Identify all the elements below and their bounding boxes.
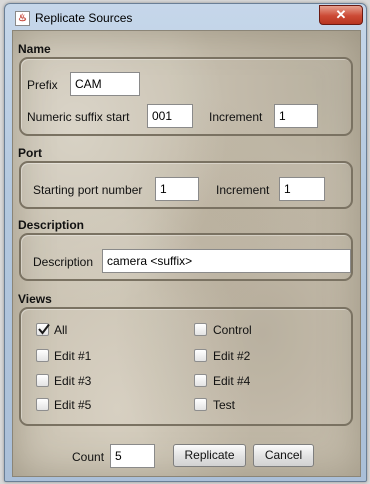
count-label: Count bbox=[72, 450, 105, 464]
port-section-title: Port bbox=[18, 146, 42, 160]
edit-4-label: Edit #4 bbox=[213, 374, 251, 388]
close-button[interactable]: ✕ bbox=[319, 5, 363, 25]
edit-3-label: Edit #3 bbox=[54, 374, 92, 388]
edit-2-checkbox[interactable] bbox=[194, 349, 207, 362]
suffix-start-field[interactable]: 001 bbox=[147, 104, 193, 128]
suffix-start-label: Numeric suffix start bbox=[27, 110, 130, 124]
replicate-button[interactable]: Replicate bbox=[173, 444, 246, 467]
port-increment-label: Increment bbox=[216, 183, 270, 197]
java-app-icon: ♨ bbox=[15, 11, 30, 26]
title-bar[interactable]: ♨ Replicate Sources ✕ bbox=[5, 4, 366, 32]
name-increment-label: Increment bbox=[209, 110, 263, 124]
edit-2-label: Edit #2 bbox=[213, 349, 251, 363]
replicate-sources-dialog: ♨ Replicate Sources ✕ Name Prefix CAM Nu… bbox=[4, 3, 367, 482]
prefix-field[interactable]: CAM bbox=[70, 72, 140, 96]
checkmark-icon bbox=[38, 323, 50, 335]
name-increment-field[interactable]: 1 bbox=[274, 104, 318, 128]
all-label: All bbox=[54, 323, 68, 337]
start-port-field[interactable]: 1 bbox=[155, 177, 199, 201]
control-checkbox[interactable] bbox=[194, 323, 207, 336]
window-title: Replicate Sources bbox=[35, 11, 133, 25]
count-field[interactable]: 5 bbox=[110, 444, 155, 468]
all-checkbox[interactable] bbox=[36, 323, 50, 336]
views-section-title: Views bbox=[18, 292, 52, 306]
edit-1-label: Edit #1 bbox=[54, 349, 92, 363]
description-field[interactable]: camera <suffix> bbox=[102, 249, 351, 273]
prefix-label: Prefix bbox=[27, 78, 58, 92]
start-port-label: Starting port number bbox=[33, 183, 143, 197]
test-checkbox[interactable] bbox=[194, 398, 207, 411]
test-label: Test bbox=[213, 398, 236, 412]
control-label: Control bbox=[213, 323, 252, 337]
dialog-content: Name Prefix CAM Numeric suffix start 001… bbox=[12, 30, 361, 477]
edit-1-checkbox[interactable] bbox=[36, 349, 49, 362]
cancel-button[interactable]: Cancel bbox=[253, 444, 314, 467]
edit-5-label: Edit #5 bbox=[54, 398, 92, 412]
name-section-title: Name bbox=[18, 42, 51, 56]
description-label: Description bbox=[33, 255, 94, 269]
edit-4-checkbox[interactable] bbox=[194, 374, 207, 387]
edit-5-checkbox[interactable] bbox=[36, 398, 49, 411]
port-increment-field[interactable]: 1 bbox=[279, 177, 325, 201]
description-section-title: Description bbox=[18, 218, 85, 232]
edit-3-checkbox[interactable] bbox=[36, 374, 49, 387]
